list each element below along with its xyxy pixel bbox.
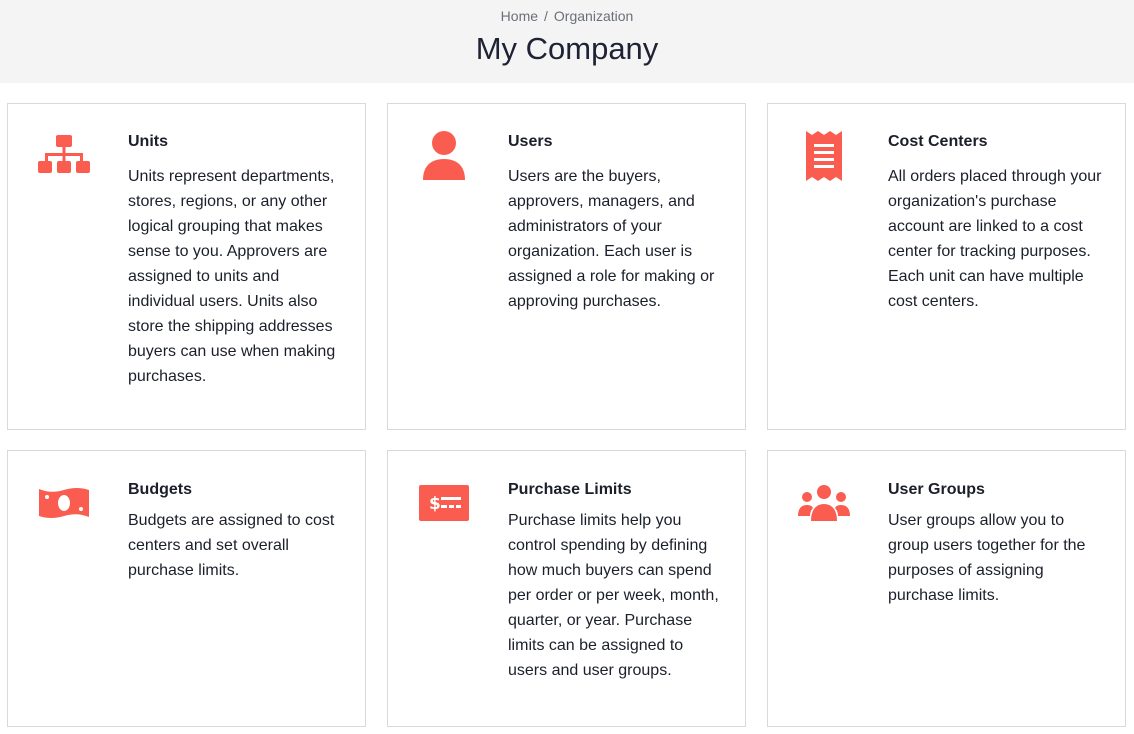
card-budgets[interactable]: Budgets Budgets are assigned to cost cen… <box>7 450 366 727</box>
card-title: Budgets <box>128 481 192 498</box>
card-purchase-limits[interactable]: $ Purchase Limits Purchase limits help y… <box>387 450 746 727</box>
card-description: All orders placed through your organizat… <box>888 168 1102 310</box>
card-title: Users <box>508 133 553 150</box>
users-group-icon <box>798 477 850 529</box>
card-cost-centers[interactable]: Cost Centers All orders placed through y… <box>767 103 1126 430</box>
breadcrumb-separator: / <box>544 8 548 24</box>
user-icon <box>418 130 470 182</box>
breadcrumb-current: Organization <box>553 8 634 24</box>
card-user-groups[interactable]: User Groups User groups allow you to gro… <box>767 450 1126 727</box>
card-description: Units represent departments, stores, reg… <box>128 168 336 385</box>
money-bill-icon <box>38 477 90 529</box>
receipt-icon <box>798 130 850 182</box>
breadcrumb-home-link[interactable]: Home <box>501 8 538 24</box>
card-title: Cost Centers <box>888 133 988 150</box>
hierarchy-icon <box>38 130 90 182</box>
svg-text:$: $ <box>429 494 441 514</box>
breadcrumb: Home / Organization <box>0 8 1134 25</box>
card-title: Purchase Limits <box>508 481 632 498</box>
card-title: Units <box>128 133 168 150</box>
card-description: Users are the buyers, approvers, manager… <box>508 168 715 310</box>
card-description: Budgets are assigned to cost centers and… <box>128 512 335 579</box>
money-check-icon: $ <box>418 477 470 529</box>
page-title: My Company <box>475 31 659 66</box>
card-description: User groups allow you to group users tog… <box>888 512 1086 604</box>
card-description: Purchase limits help you control spendin… <box>508 512 719 679</box>
card-units[interactable]: Units Units represent departments, store… <box>7 103 366 430</box>
card-users[interactable]: Users Users are the buyers, approvers, m… <box>387 103 746 430</box>
card-title: User Groups <box>888 481 985 498</box>
page-header: Home / Organization My Company <box>0 0 1134 83</box>
